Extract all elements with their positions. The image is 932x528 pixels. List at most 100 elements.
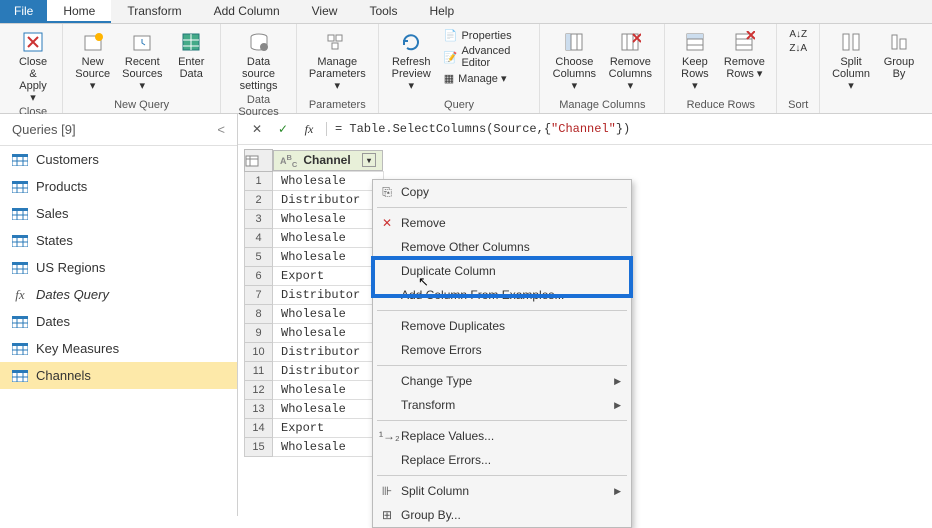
menu-file[interactable]: File	[0, 0, 47, 23]
enter-data-button[interactable]: Enter Data	[170, 28, 212, 82]
menu-replace-errors[interactable]: Replace Errors...	[373, 448, 631, 472]
formula-text[interactable]: = Table.SelectColumns(Source,{"Channel"}…	[326, 122, 630, 136]
query-item-sales[interactable]: Sales	[0, 200, 237, 227]
table-row[interactable]: 6Export	[245, 267, 384, 286]
formula-cancel-button[interactable]: ✕	[248, 120, 266, 138]
row-number[interactable]: 6	[245, 267, 273, 286]
cell[interactable]: Wholesale	[273, 229, 384, 248]
grid-corner[interactable]	[245, 150, 273, 172]
table-row[interactable]: 9Wholesale	[245, 324, 384, 343]
row-number[interactable]: 12	[245, 381, 273, 400]
row-number[interactable]: 7	[245, 286, 273, 305]
cell[interactable]: Wholesale	[273, 305, 384, 324]
table-row[interactable]: 10Distributor	[245, 343, 384, 362]
remove-rows-button[interactable]: Remove Rows ▾	[720, 28, 768, 82]
close-apply-button[interactable]: Close & Apply ▾	[12, 28, 54, 106]
query-item-dates[interactable]: Dates	[0, 308, 237, 335]
query-item-states[interactable]: States	[0, 227, 237, 254]
menu-remove-other-columns[interactable]: Remove Other Columns	[373, 235, 631, 259]
menu-add-column[interactable]: Add Column	[198, 0, 296, 23]
table-row[interactable]: 7Distributor	[245, 286, 384, 305]
menu-add-column-from-examples[interactable]: Add Column From Examples...	[373, 283, 631, 307]
menu-transform[interactable]: Transform▶	[373, 393, 631, 417]
table-row[interactable]: 13Wholesale	[245, 400, 384, 419]
properties-button[interactable]: 📄Properties	[440, 28, 532, 43]
table-row[interactable]: 15Wholesale	[245, 438, 384, 457]
cell[interactable]: Distributor	[273, 362, 384, 381]
menu-remove[interactable]: ✕Remove	[373, 211, 631, 235]
cell[interactable]: Distributor	[273, 191, 384, 210]
recent-sources-button[interactable]: Recent Sources ▾	[118, 28, 166, 94]
sort-desc-button[interactable]: Z↓A	[785, 42, 811, 55]
split-column-button[interactable]: Split Column ▾	[828, 28, 874, 94]
table-row[interactable]: 5Wholesale	[245, 248, 384, 267]
row-number[interactable]: 5	[245, 248, 273, 267]
menu-duplicate-column[interactable]: Duplicate Column	[373, 259, 631, 283]
row-number[interactable]: 1	[245, 172, 273, 191]
table-row[interactable]: 14Export	[245, 419, 384, 438]
table-row[interactable]: 1Wholesale	[245, 172, 384, 191]
menu-remove-errors[interactable]: Remove Errors	[373, 338, 631, 362]
collapse-panel-icon[interactable]: <	[217, 122, 225, 137]
formula-commit-button[interactable]: ✓	[274, 120, 292, 138]
new-source-button[interactable]: New Source ▾	[71, 28, 114, 94]
menu-split-column[interactable]: ⊪Split Column▶	[373, 479, 631, 503]
query-item-channels[interactable]: Channels	[0, 362, 237, 389]
menu-view[interactable]: View	[296, 0, 354, 23]
data-source-settings-button[interactable]: Data source settings	[229, 28, 288, 94]
group-by-button[interactable]: Group By	[878, 28, 920, 82]
cell[interactable]: Wholesale	[273, 248, 384, 267]
menu-help[interactable]: Help	[413, 0, 470, 23]
query-item-customers[interactable]: Customers	[0, 146, 237, 173]
query-item-products[interactable]: Products	[0, 173, 237, 200]
menu-replace-values[interactable]: ¹→₂Replace Values...	[373, 424, 631, 448]
column-header-channel[interactable]: ABC Channel ▾	[273, 150, 383, 172]
menu-home[interactable]: Home	[47, 0, 111, 23]
table-row[interactable]: 11Distributor	[245, 362, 384, 381]
row-number[interactable]: 15	[245, 438, 273, 457]
menu-change-type[interactable]: Change Type▶	[373, 369, 631, 393]
table-row[interactable]: 12Wholesale	[245, 381, 384, 400]
menu-transform[interactable]: Transform	[111, 0, 197, 23]
row-number[interactable]: 4	[245, 229, 273, 248]
menu-tools[interactable]: Tools	[353, 0, 413, 23]
cell[interactable]: Wholesale	[273, 324, 384, 343]
row-number[interactable]: 11	[245, 362, 273, 381]
table-row[interactable]: 4Wholesale	[245, 229, 384, 248]
menu-copy[interactable]: ⎘Copy	[373, 180, 631, 204]
choose-columns-button[interactable]: Choose Columns ▾	[548, 28, 600, 94]
table-row[interactable]: 2Distributor	[245, 191, 384, 210]
row-number[interactable]: 9	[245, 324, 273, 343]
table-row[interactable]: 3Wholesale	[245, 210, 384, 229]
query-item-dates-query[interactable]: fxDates Query	[0, 281, 237, 308]
query-item-us-regions[interactable]: US Regions	[0, 254, 237, 281]
cell[interactable]: Wholesale	[273, 438, 384, 457]
cell[interactable]: Wholesale	[273, 381, 384, 400]
remove-columns-button[interactable]: Remove Columns ▾	[604, 28, 656, 94]
refresh-preview-button[interactable]: Refresh Preview ▾	[387, 28, 436, 94]
row-number[interactable]: 14	[245, 419, 273, 438]
cell[interactable]: Wholesale	[273, 172, 384, 191]
cell[interactable]: Wholesale	[273, 210, 384, 229]
column-dropdown-icon[interactable]: ▾	[362, 153, 376, 167]
row-number[interactable]: 13	[245, 400, 273, 419]
row-number[interactable]: 8	[245, 305, 273, 324]
table-row[interactable]: 8Wholesale	[245, 305, 384, 324]
cell[interactable]: Distributor	[273, 286, 384, 305]
row-number[interactable]: 2	[245, 191, 273, 210]
query-item-key-measures[interactable]: Key Measures	[0, 335, 237, 362]
row-number[interactable]: 10	[245, 343, 273, 362]
cell[interactable]: Wholesale	[273, 400, 384, 419]
advanced-editor-button[interactable]: 📝Advanced Editor	[440, 44, 532, 70]
manage-button[interactable]: ▦Manage ▾	[440, 71, 532, 86]
menu-remove-duplicates[interactable]: Remove Duplicates	[373, 314, 631, 338]
sort-asc-button[interactable]: A↓Z	[785, 28, 811, 41]
row-number[interactable]: 3	[245, 210, 273, 229]
menu-group-by[interactable]: ⊞Group By...	[373, 503, 631, 527]
cell[interactable]: Export	[273, 419, 384, 438]
cell[interactable]: Distributor	[273, 343, 384, 362]
keep-rows-button[interactable]: Keep Rows ▾	[673, 28, 716, 94]
cell[interactable]: Export	[273, 267, 384, 286]
manage-parameters-button[interactable]: Manage Parameters ▾	[305, 28, 370, 94]
close-apply-icon	[21, 30, 45, 54]
